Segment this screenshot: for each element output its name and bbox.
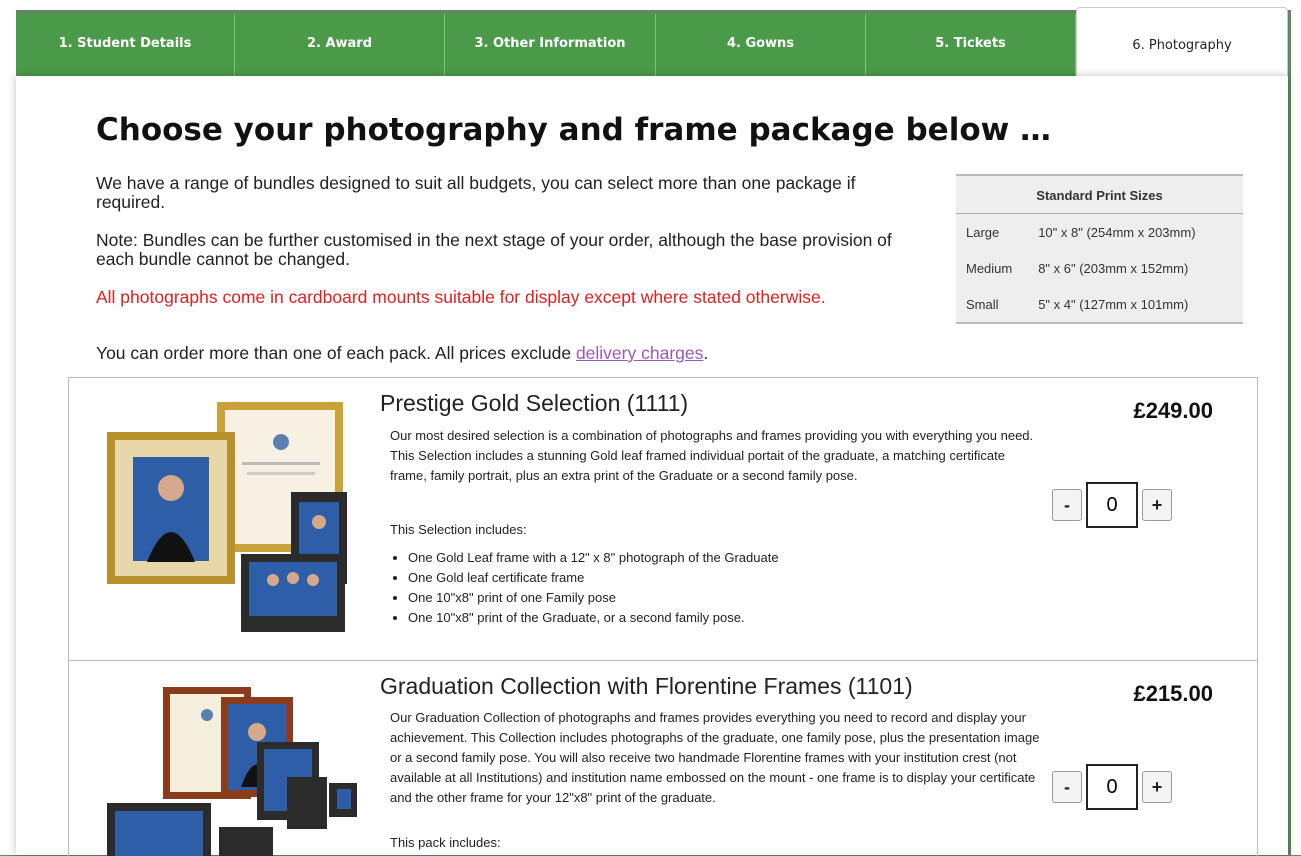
size-name: Medium [966, 260, 1013, 276]
quantity-decrease-button[interactable]: - [1052, 489, 1082, 521]
product-image-gold-frames [107, 402, 347, 632]
tab-student-details[interactable]: 1. Student Details [16, 14, 235, 76]
size-name: Large [966, 224, 1000, 240]
size-value: 8" x 6" (203mm x 152mm) [1038, 260, 1189, 276]
quantity-increase-button[interactable]: + [1142, 771, 1172, 803]
product-list: Prestige Gold Selection (1111) Our most … [68, 377, 1258, 856]
list-item: One Gold Leaf frame with a 12" x 8" phot… [408, 548, 779, 568]
list-item: One 10"x8" print of one Family pose [408, 588, 779, 608]
size-name: Small [966, 296, 999, 312]
delivery-charges-link[interactable]: delivery charges [576, 343, 703, 363]
quantity-decrease-button[interactable]: - [1052, 771, 1082, 803]
table-row: Small 5" x 4" (127mm x 101mm) [956, 286, 1243, 323]
product-price: £215.00 [1133, 681, 1213, 706]
size-value: 10" x 8" (254mm x 203mm) [1038, 224, 1196, 240]
quantity-input[interactable] [1086, 482, 1138, 528]
table-row: Medium 8" x 6" (203mm x 152mm) [956, 250, 1243, 286]
quantity-input[interactable] [1086, 764, 1138, 810]
quantity-increase-button[interactable]: + [1142, 489, 1172, 521]
list-item: One 10"x8" print of the Graduate, or a s… [408, 608, 779, 628]
product-description: Our most desired selection is a combinat… [390, 428, 1034, 483]
intro-prices-text: You can order more than one of each pack… [96, 343, 576, 363]
product-includes-list: One Gold Leaf frame with a 12" x 8" phot… [390, 548, 779, 628]
tab-photography[interactable]: 6. Photography [1076, 7, 1288, 77]
list-item: One Gold leaf certificate frame [408, 568, 779, 588]
product-graduation-florentine: Graduation Collection with Florentine Fr… [69, 660, 1257, 856]
product-image-florentine-frames [107, 687, 357, 856]
page-title: Choose your photography and frame packag… [96, 112, 1052, 148]
product-prestige-gold: Prestige Gold Selection (1111) Our most … [69, 378, 1257, 660]
product-title: Graduation Collection with Florentine Fr… [380, 673, 913, 699]
table-row: Large 10" x 8" (254mm x 203mm) [956, 214, 1243, 251]
print-sizes-header: Standard Print Sizes [956, 175, 1243, 214]
print-sizes-table: Standard Print Sizes Large 10" x 8" (254… [956, 174, 1243, 324]
product-title: Prestige Gold Selection (1111) [380, 390, 689, 416]
intro-note: Note: Bundles can be further customised … [96, 230, 892, 269]
tab-tickets[interactable]: 5. Tickets [866, 14, 1076, 76]
intro-prices: You can order more than one of each pack… [96, 344, 926, 363]
product-description: Our Graduation Collection of photographs… [390, 710, 1040, 805]
product-includes-label: This pack includes: [390, 835, 501, 850]
size-value: 5" x 4" (127mm x 101mm) [1038, 296, 1189, 312]
quantity-stepper: - + [1052, 764, 1172, 810]
tab-gowns[interactable]: 4. Gowns [656, 14, 866, 76]
tab-other-information[interactable]: 3. Other Information [445, 14, 656, 76]
intro-prices-end: . [703, 343, 709, 363]
intro-mounts-warning: All photographs come in cardboard mounts… [96, 287, 826, 307]
main-panel: Choose your photography and frame packag… [16, 76, 1288, 856]
quantity-stepper: - + [1052, 482, 1172, 528]
product-includes-label: This Selection includes: [390, 522, 527, 537]
product-price: £249.00 [1133, 398, 1213, 423]
tab-award[interactable]: 2. Award [235, 14, 445, 76]
intro-bundles: We have a range of bundles designed to s… [96, 173, 856, 212]
